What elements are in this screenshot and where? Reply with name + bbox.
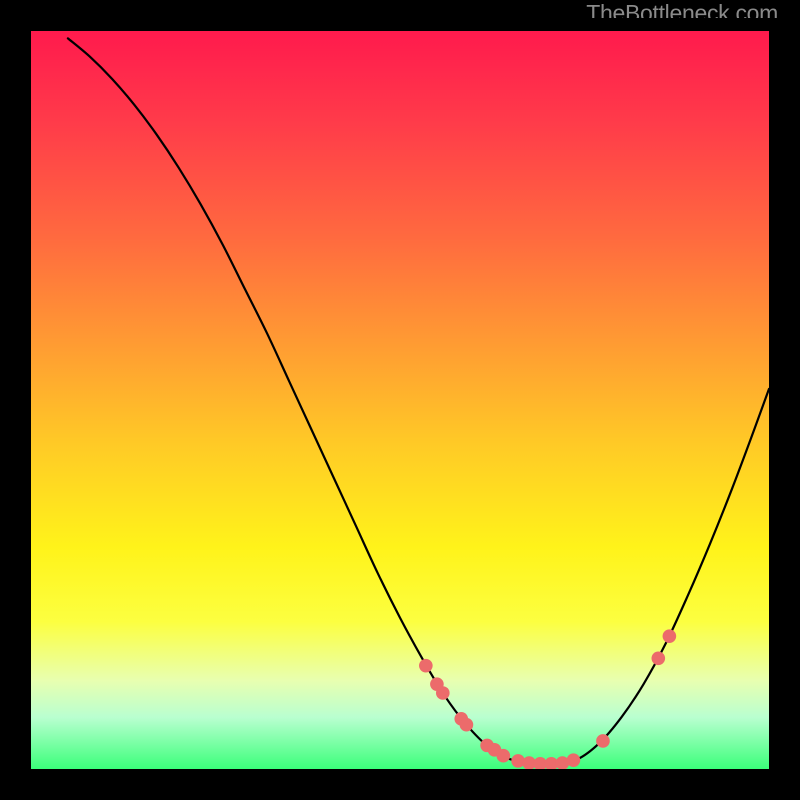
data-dot bbox=[436, 686, 450, 700]
data-dot bbox=[663, 629, 677, 643]
data-dot bbox=[567, 753, 581, 767]
data-dot bbox=[419, 659, 433, 673]
data-dot bbox=[652, 652, 666, 666]
chart-frame bbox=[18, 18, 782, 782]
plot-area bbox=[31, 31, 769, 769]
data-dot bbox=[497, 749, 511, 763]
data-dot bbox=[460, 718, 474, 732]
data-dots bbox=[419, 629, 676, 769]
chart-svg bbox=[31, 31, 769, 769]
data-dot bbox=[596, 734, 610, 748]
